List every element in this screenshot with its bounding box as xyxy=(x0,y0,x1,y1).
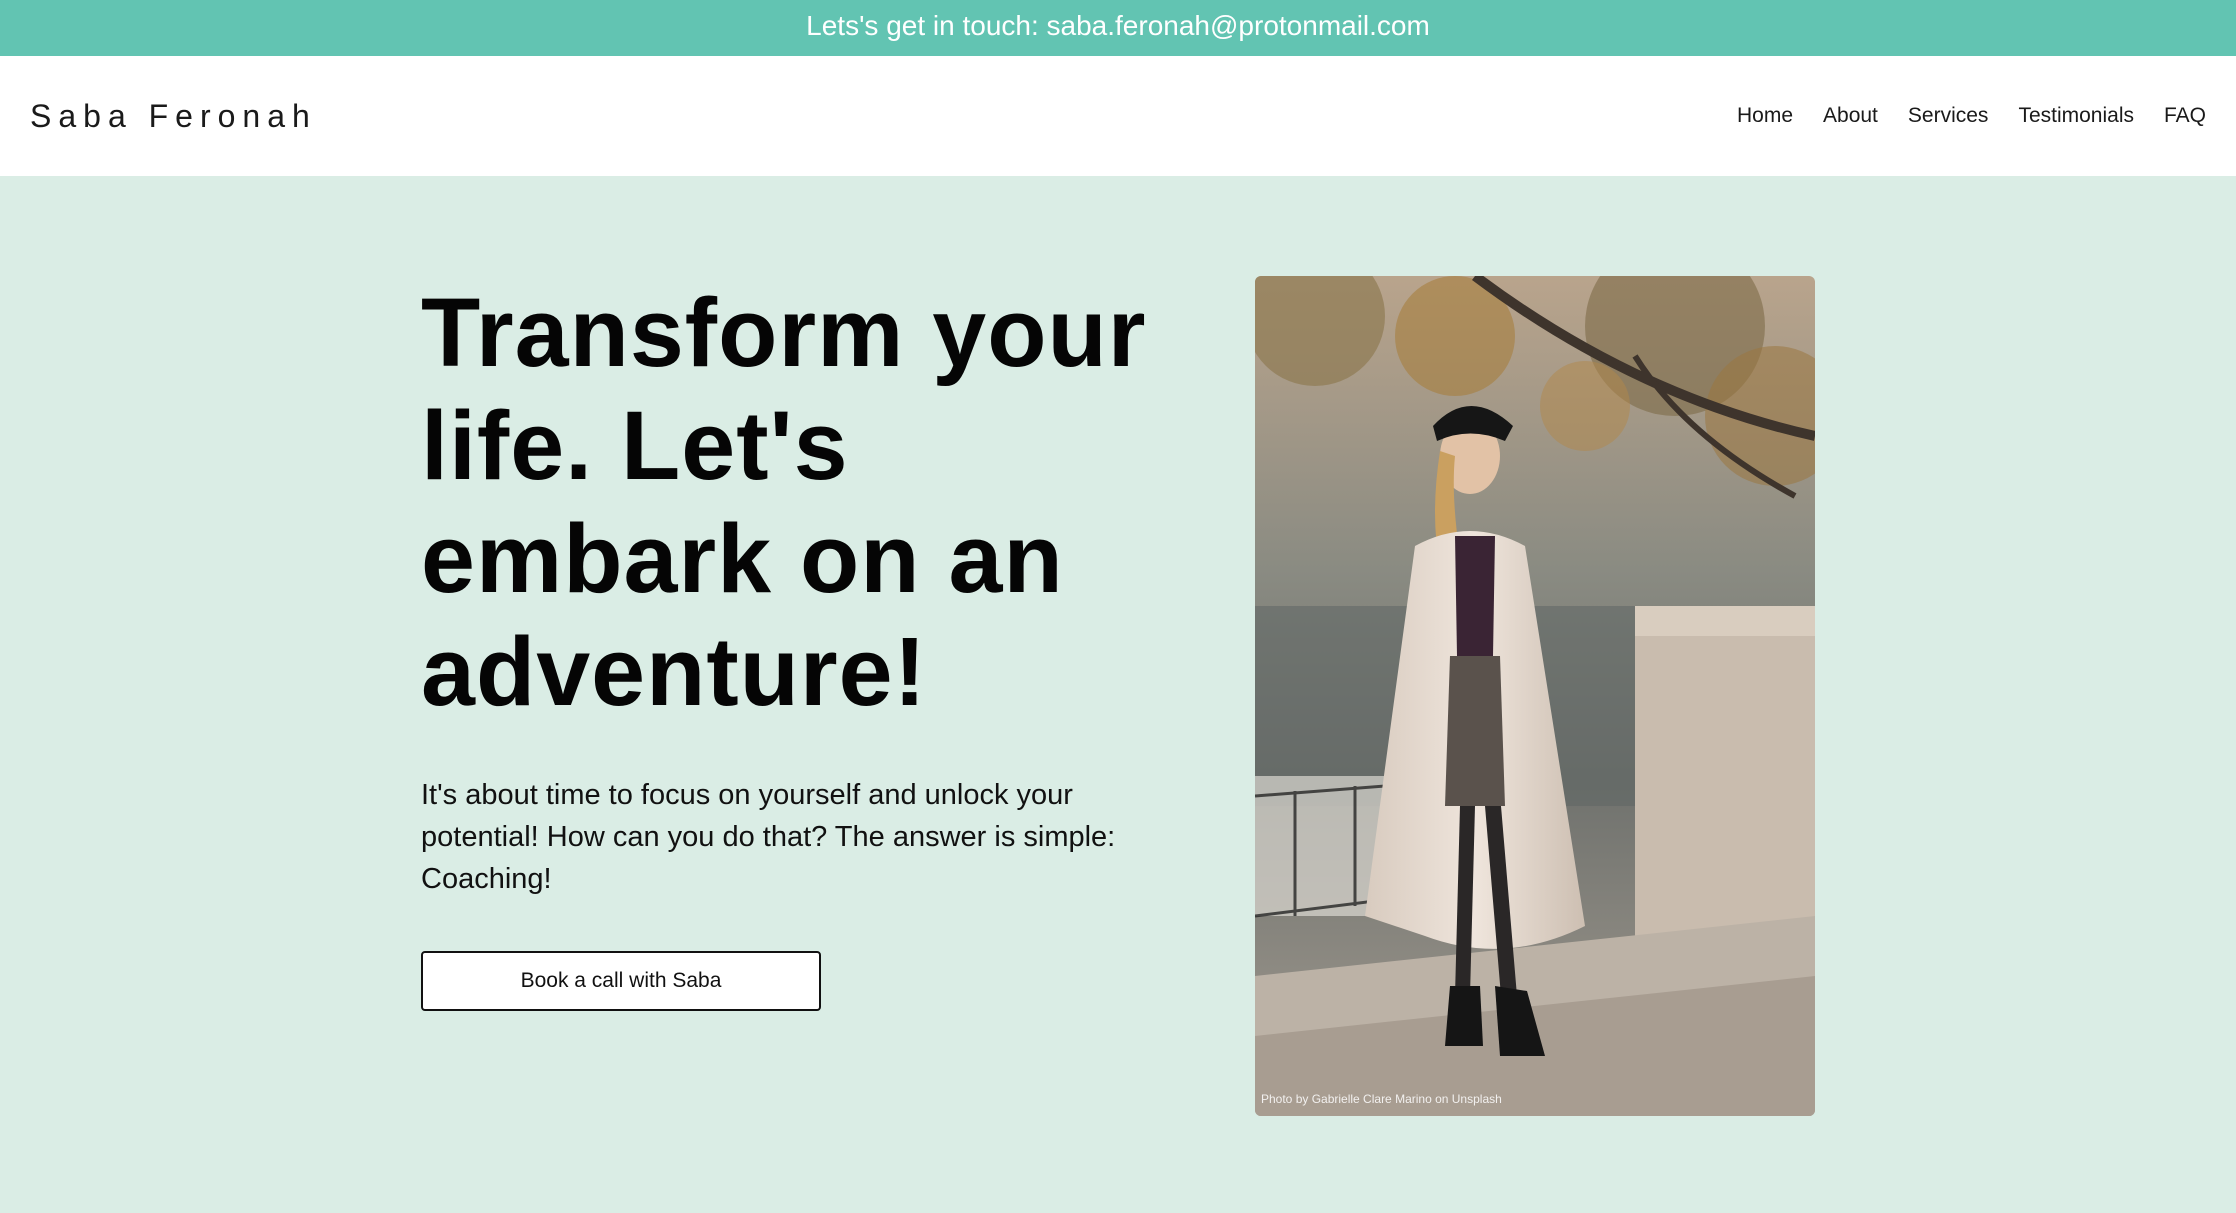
nav-link-faq[interactable]: FAQ xyxy=(2164,104,2206,128)
hero-headline: Transform your life. Let's embark on an … xyxy=(421,278,1147,726)
hero-description: It's about time to focus on yourself and… xyxy=(421,779,1116,895)
nav-link-about[interactable]: About xyxy=(1823,104,1878,128)
book-call-button[interactable]: Book a call with Saba xyxy=(421,951,821,1011)
hero-photo: Photo by Gabrielle Clare Marino on Unspl… xyxy=(1255,276,1815,1116)
site-header: Saba Feronah Home About Services Testimo… xyxy=(0,56,2236,176)
contact-banner-text: Lets's get in touch: saba.feronah@proton… xyxy=(806,10,1430,41)
main-nav: Home About Services Testimonials FAQ xyxy=(1737,104,2206,128)
photo-credit: Photo by Gabrielle Clare Marino on Unspl… xyxy=(1261,1092,1502,1106)
portrait-image xyxy=(1255,276,1815,1116)
nav-link-testimonials[interactable]: Testimonials xyxy=(2018,104,2134,128)
hero-section: Transform your life. Let's embark on an … xyxy=(0,176,2236,1213)
brand-logo[interactable]: Saba Feronah xyxy=(30,98,317,135)
nav-link-home[interactable]: Home xyxy=(1737,104,1793,128)
nav-link-services[interactable]: Services xyxy=(1908,104,1989,128)
contact-banner: Lets's get in touch: saba.feronah@proton… xyxy=(0,0,2236,56)
